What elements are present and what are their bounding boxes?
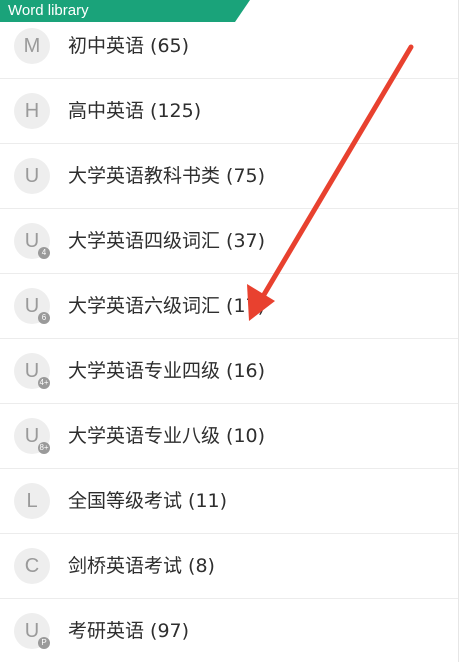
list-item-label: 大学英语四级词汇 (37) [68,230,266,252]
list-item[interactable]: U 4 大学英语四级词汇 (37) [0,209,459,274]
list-item-label: 考研英语 (97) [68,620,190,642]
list-item[interactable]: U 8+ 大学英语专业八级 (10) [0,404,459,469]
level-badge: 4 [38,247,50,259]
level-badge: 6 [38,312,50,324]
avatar-letter: U [24,230,40,252]
avatar-letter: L [26,490,38,512]
level-badge: 8+ [38,442,50,454]
list-item[interactable]: M 初中英语 (65) [0,14,459,79]
word-library-header: Word library [0,0,250,22]
category-avatar: U P [14,613,50,649]
list-item[interactable]: U 4+ 大学英语专业四级 (16) [0,339,459,404]
list-item[interactable]: L 全国等级考试 (11) [0,469,459,534]
list-item-label: 高中英语 (125) [68,100,202,122]
avatar-letter: M [23,35,41,57]
list-item-label: 初中英语 (65) [68,35,190,57]
list-item-label: 剑桥英语考试 (8) [68,555,215,577]
category-avatar: M [14,28,50,64]
avatar-letter: C [24,555,40,577]
category-avatar: U [14,158,50,194]
list-item-label: 全国等级考试 (11) [68,490,228,512]
category-avatar: C [14,548,50,584]
avatar-letter: U [24,165,40,187]
list-item[interactable]: U 6 大学英语六级词汇 (17) [0,274,459,339]
avatar-letter: U [24,620,40,642]
list-item[interactable]: H 高中英语 (125) [0,79,459,144]
list-item[interactable]: U P 考研英语 (97) [0,599,459,662]
category-avatar: U 8+ [14,418,50,454]
category-avatar: L [14,483,50,519]
word-library-list: M 初中英语 (65) H 高中英语 (125) U 大学英语教科书类 (75)… [0,14,459,662]
avatar-letter: U [24,360,40,382]
avatar-letter: H [24,100,40,122]
category-avatar: U 6 [14,288,50,324]
level-badge: 4+ [38,377,50,389]
list-item-label: 大学英语专业八级 (10) [68,425,266,447]
level-badge: P [38,637,50,649]
avatar-letter: U [24,425,40,447]
category-avatar: H [14,93,50,129]
category-avatar: U 4+ [14,353,50,389]
list-item-label: 大学英语六级词汇 (17) [68,295,266,317]
list-item-label: 大学英语教科书类 (75) [68,165,266,187]
word-library-screen: M 初中英语 (65) H 高中英语 (125) U 大学英语教科书类 (75)… [0,0,459,662]
avatar-letter: U [24,295,40,317]
list-item[interactable]: C 剑桥英语考试 (8) [0,534,459,599]
list-item-label: 大学英语专业四级 (16) [68,360,266,382]
category-avatar: U 4 [14,223,50,259]
list-item[interactable]: U 大学英语教科书类 (75) [0,144,459,209]
